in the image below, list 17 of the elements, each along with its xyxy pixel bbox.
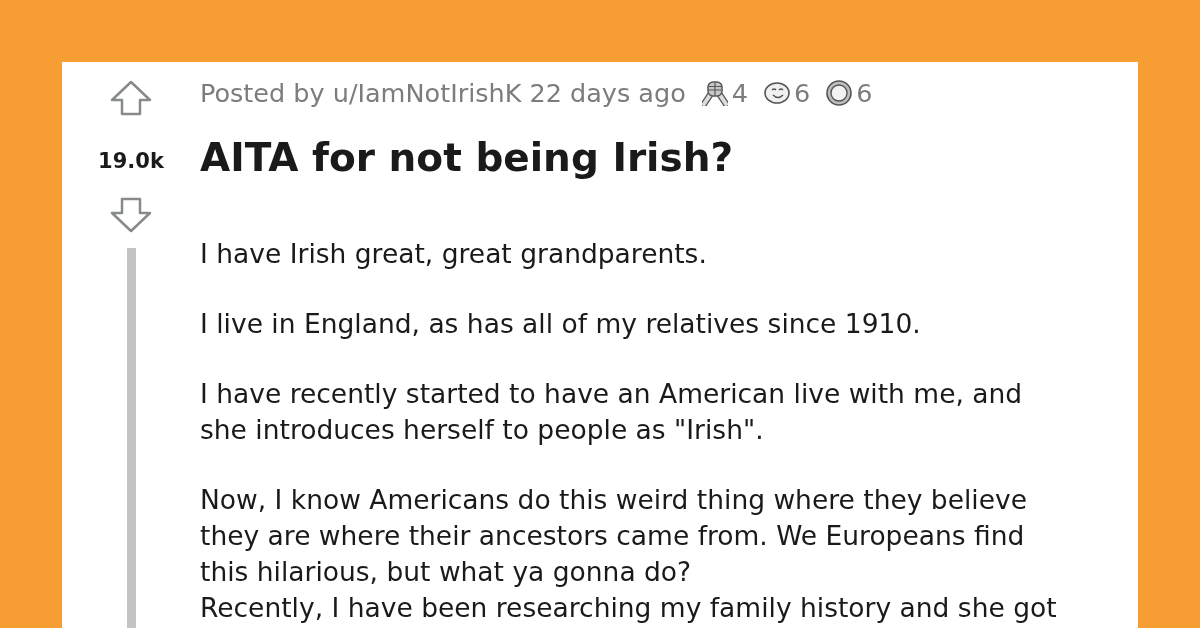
clasped-fists-icon	[701, 80, 728, 106]
body-paragraph: I live in England, as has all of my relatives since 1910.	[200, 306, 922, 341]
body-paragraph: I have Irish great, great grandparents.	[200, 236, 708, 271]
post-title: AITA for not being Irish?	[200, 135, 735, 182]
upvote-button[interactable]	[110, 80, 152, 116]
body-paragraph: I have recently started to have an American live with me, and she introduces herself to people as "Irish".	[200, 376, 1024, 447]
body-paragraph: Now, I know Americans do this weird thing where they believe they are where their ancestors came from. We Europeans find this hilarious, but what ya gonna do? Recently, I have been researching my family history and she got	[200, 482, 1058, 625]
vote-score: 19.0k	[98, 151, 164, 172]
post-meta: Posted by u/IamNotIrishK 22 days ago	[200, 77, 686, 110]
award-count: 6	[794, 77, 811, 110]
award-count: 6	[856, 77, 873, 110]
coin-icon	[826, 80, 853, 106]
down-arrow-icon	[110, 197, 152, 233]
up-arrow-icon	[110, 80, 152, 116]
award-count: 4	[731, 77, 748, 110]
downvote-button[interactable]	[110, 197, 152, 233]
smiling-face-icon	[764, 80, 790, 106]
